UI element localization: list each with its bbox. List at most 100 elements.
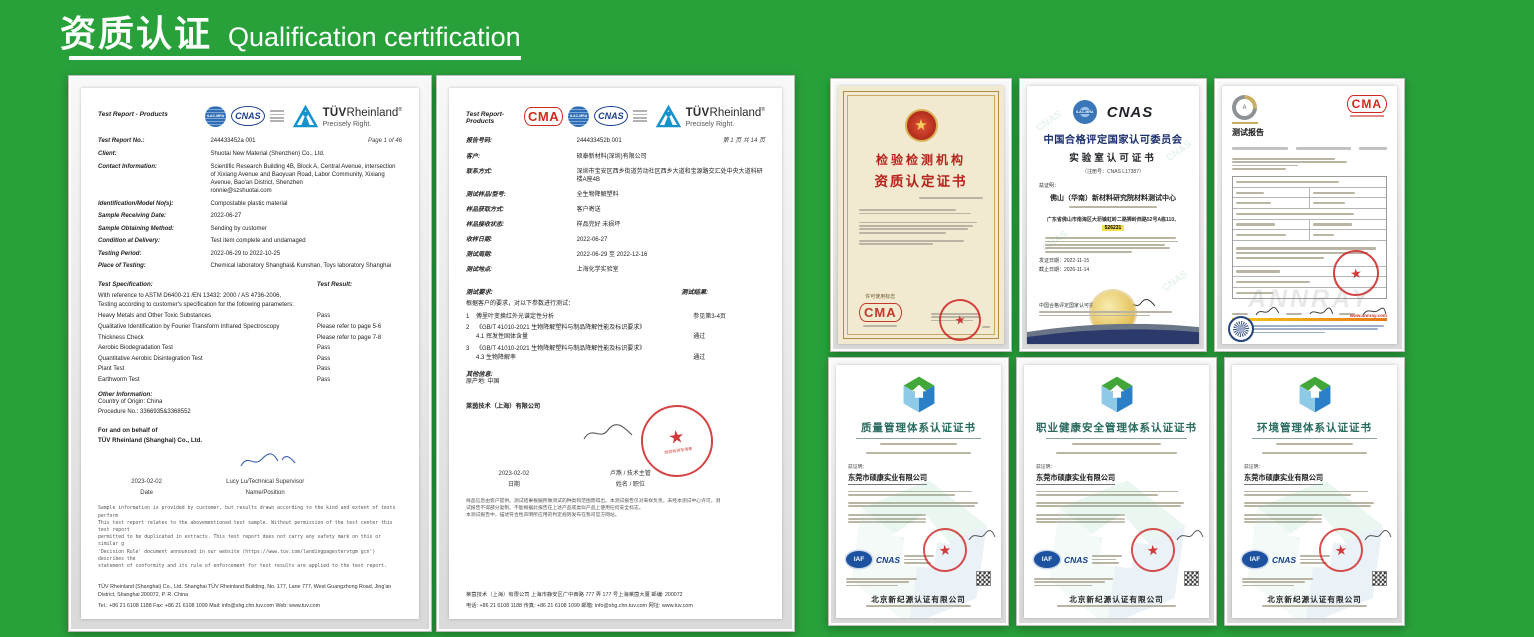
report-title: 测试报告 bbox=[1232, 127, 1264, 138]
website-url: www.annray.com bbox=[1350, 313, 1387, 318]
iaf-icon: IAF bbox=[1242, 551, 1268, 568]
report-field-row: 联系方式: 深圳市宝安区西乡街道劳动社区西乡大道和宝源路交汇处中央大道科研楼A座… bbox=[466, 168, 765, 184]
certificate-title: 质量管理体系认证证书 bbox=[861, 420, 976, 435]
qr-code-icon bbox=[1372, 571, 1387, 586]
qr-code-icon bbox=[976, 571, 991, 586]
report-field-row: Contact Information: Scientific Research… bbox=[98, 163, 402, 195]
iso-certificates-row: 质量管理体系认证证书 兹证明： 东莞市硕康实业有限公司 bbox=[828, 357, 1405, 626]
cma-icon: CMA bbox=[1347, 95, 1387, 113]
disclaimer-text: 样品信息由客户提供。测试结果根据所做测试的种类和范围而得出。本测试报告仅对来样负… bbox=[466, 498, 765, 520]
accreditation-marks: IAF CNAS bbox=[846, 551, 934, 568]
report-field-row: Place of Testing: Chemical laboratory Sh… bbox=[98, 262, 402, 270]
report-field-row: 样品接收状态: 样品完好 未损坏 bbox=[466, 221, 765, 229]
report-field-row: Condition at Delivery: Test item complet… bbox=[98, 237, 402, 245]
report-meta-line bbox=[1232, 145, 1387, 153]
certificate-cnas-laboratory[interactable]: CNAS CNAS CNAS CNAS ILAC-MRA CNAS 中国合格评定… bbox=[1019, 78, 1207, 352]
iaf-icon: IAF bbox=[1034, 551, 1060, 568]
certifier-hexagon-logo-icon bbox=[901, 375, 937, 414]
iso-certificate[interactable]: 质量管理体系认证证书 兹证明： 东莞市硕康实业有限公司 bbox=[828, 357, 1009, 626]
iso-certificate[interactable]: 职业健康安全管理体系认证证书 兹证明： 东莞市硕康实业有限公司 bbox=[1016, 357, 1217, 626]
result-header: 测试结果: bbox=[681, 287, 765, 296]
ilac-mra-globe-icon: ILAC-MRA bbox=[1073, 100, 1097, 124]
cma-icon: CMA bbox=[524, 107, 563, 126]
spec-intro: With reference to ASTM D6400-21 /EN 1343… bbox=[98, 292, 402, 310]
spec-header: Test Specification: bbox=[98, 281, 153, 288]
postal-code-highlight: 526231 bbox=[1102, 225, 1125, 231]
cnas-icon: CNAS bbox=[231, 106, 265, 126]
section-header: 资质认证 Qualification certification bbox=[60, 5, 521, 57]
national-emblem-icon: ★ bbox=[905, 109, 938, 142]
issuer-name: 北京新纪源认证有限公司 bbox=[836, 594, 1001, 605]
ilac-mra-icon: ILAC-MRA bbox=[205, 106, 226, 127]
test-result-row: Heavy Metals and Other Toxic Substances … bbox=[98, 313, 402, 320]
testing-mark-icon bbox=[270, 110, 284, 122]
section-title-zh: 资质认证 bbox=[60, 5, 212, 57]
signature-area bbox=[98, 447, 402, 477]
iso-certificate[interactable]: 环境管理体系认证证书 兹证明： 东莞市硕康实业有限公司 bbox=[1224, 357, 1405, 626]
qualification-certification-section: 资质认证 Qualification certification Test Re… bbox=[0, 0, 1534, 637]
test-result-row: Aerobic Biodegradation Test Pass bbox=[98, 345, 402, 352]
validity-dates: 发证日期：2022-11-15 截止日期：2026-11-14 bbox=[1039, 257, 1089, 274]
cnas-logo: CNAS bbox=[1107, 104, 1154, 121]
test-result-row: Quantitative Aerobic Disintegration Test… bbox=[98, 356, 402, 363]
blue-stamp-icon bbox=[1228, 316, 1254, 342]
report-type-label: Test Report- Products bbox=[466, 111, 524, 125]
report-fields: Test Report No.: 244433452a 001Page 1 of… bbox=[98, 137, 402, 275]
report-footer: TÜV Rheinland (Shanghai) Co., Ltd. Shang… bbox=[98, 583, 402, 610]
tuv-triangle-icon bbox=[292, 104, 319, 128]
cma-mark: 许可使用标志 CMA bbox=[859, 293, 902, 327]
other-info: 原产地: 中国 bbox=[466, 378, 765, 388]
tuv-tagline: Precisely Right. bbox=[323, 121, 402, 129]
report-field-row: 测试周期: 2022-06-29 至 2022-12-16 bbox=[466, 251, 765, 259]
report-field-row: 报告号码: 244433452b 001第 1 页 共 14 页 bbox=[466, 137, 765, 145]
signature-area: ★检验检测专用章 bbox=[466, 413, 765, 469]
company-address: 广东省佛山市南海区大沥镇虹岭二路狮岭西路52号A栋110、 bbox=[1047, 216, 1179, 223]
footer-text-lines bbox=[1232, 323, 1387, 335]
certificate-cma-accreditation[interactable]: ★ 检验检测机构 资质认定证书 bbox=[830, 78, 1012, 352]
certifier-hexagon-logo-icon bbox=[1099, 375, 1135, 414]
accreditation-logos: ILAC-MRA CNAS bbox=[205, 106, 284, 127]
registration-number: （注册号：CNAS L17387） bbox=[1082, 168, 1144, 175]
redacted-field-lines bbox=[1232, 156, 1353, 171]
test-result-row: Thickness Check Please refer to page 7-8 bbox=[98, 335, 402, 342]
accreditation-org-title: 中国合格评定国家认可委员会 bbox=[1044, 131, 1183, 146]
report-field-row: Identification/Model No(s): Compostable … bbox=[98, 200, 402, 208]
report-field-row: Sample Receiving Date: 2022-06-27 bbox=[98, 212, 402, 220]
report-field-row: Test Report No.: 244433452a 001Page 1 of… bbox=[98, 137, 402, 145]
annray-logo-icon: A bbox=[1232, 95, 1257, 120]
redacted-text-lines bbox=[859, 208, 983, 247]
tuv-triangle-icon bbox=[655, 104, 682, 128]
test-result-row: 1 傅里叶变换红外光谱定性分析 参见第3-4页 bbox=[466, 313, 765, 322]
certificate-tuv-chinese-report[interactable]: Test Report- Products CMA ILAC-MRA CNAS bbox=[436, 75, 795, 632]
test-result-row: 2 《GB/T 41010-2021 生物降解塑料与制品降解性能及标识要求》4.… bbox=[466, 324, 765, 341]
spec-intro: 根据客户的要求，对以下参数进行测试： bbox=[466, 300, 765, 309]
report-fields: 报告号码: 244433452b 001第 1 页 共 14 页 客户: 硕泰新… bbox=[466, 137, 765, 281]
certificate-tuv-english-report[interactable]: Test Report - Products ILAC-MRA CNAS bbox=[68, 75, 432, 632]
test-results-list: 1 傅里叶变换红外光谱定性分析 参见第3-4页 2 《GB/T 41010-20… bbox=[466, 309, 765, 362]
sign-date-row: 2023-02-02Date Lucy Lu/Technical Supervi… bbox=[98, 477, 402, 499]
certificate-title-line1: 检验检测机构 bbox=[876, 151, 966, 168]
cnas-icon: CNAS bbox=[1272, 555, 1296, 565]
signature-icon bbox=[1175, 528, 1205, 544]
tuv-tagline: Precisely Right. bbox=[686, 121, 765, 129]
iaf-icon: IAF bbox=[846, 551, 872, 568]
accreditation-marks: IAF CNAS bbox=[1242, 551, 1330, 568]
test-result-row: Qualitative Identification by Fourier Tr… bbox=[98, 324, 402, 331]
report-field-row: Testing Period: 2022-06-29 to 2022-10-25 bbox=[98, 250, 402, 258]
other-info: Country of Origin: China Procedure No.: … bbox=[98, 398, 402, 417]
qr-code-icon bbox=[1184, 571, 1199, 586]
report-field-row: Client: Shuotai New Material (Shenzhen) … bbox=[98, 150, 402, 158]
section-title-en: Qualification certification bbox=[228, 22, 521, 53]
certificate-title-line2: 资质认定证书 bbox=[875, 170, 968, 190]
report-footer: 莱茵技术（上海）有限公司 上海市静安区广中西路 777 弄 177 号上海莱茵大… bbox=[466, 591, 765, 610]
issuer-name: 北京新纪源认证有限公司 bbox=[1232, 594, 1397, 605]
test-result-row: Plant Test Pass bbox=[98, 366, 402, 373]
behalf-block: For and on behalf of TÜV Rheinland (Shan… bbox=[98, 426, 402, 445]
certifier-hexagon-logo-icon bbox=[1297, 375, 1333, 414]
annray-watermark: ANNRAY bbox=[1222, 285, 1397, 314]
report-field-row: 测试样品/型号: 全生物降解塑料 bbox=[466, 191, 765, 199]
tuv-rheinland-logo: TÜVRheinland® Precisely Right. bbox=[655, 103, 765, 129]
testing-mark-icon bbox=[633, 110, 647, 122]
issuing-company: 莱茵技术（上海）有限公司 bbox=[466, 402, 765, 411]
certificate-annray-test-report[interactable]: A 测试报告 CMA bbox=[1214, 78, 1405, 352]
